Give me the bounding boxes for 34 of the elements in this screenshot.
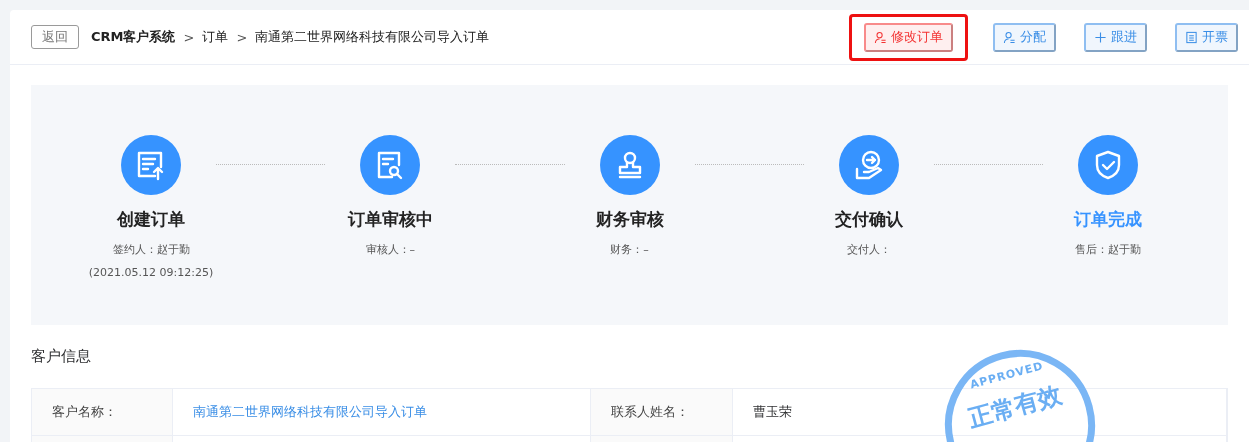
breadcrumb-item[interactable]: CRM客户系统: [91, 28, 176, 46]
person-icon: [874, 30, 887, 44]
field-label: 客户名称：: [32, 389, 173, 436]
step-title: 订单完成: [1074, 208, 1142, 231]
step-detail: 签约人：赵于勤: [112, 242, 190, 258]
action-button[interactable]: 开票: [1175, 22, 1238, 52]
document-search-icon: [360, 135, 421, 195]
step-title: 财务审核: [595, 208, 664, 231]
document-icon: [1185, 30, 1198, 44]
breadcrumb-separator: >: [236, 29, 248, 45]
action-button[interactable]: 跟进: [1084, 22, 1147, 52]
step-detail: 财务：–: [610, 242, 649, 258]
document-upload-icon: [121, 135, 181, 195]
step-detail: 交付人：: [846, 242, 891, 258]
back-button[interactable]: 返回: [31, 25, 79, 49]
field-label: 联系人姓名：: [591, 389, 733, 436]
step-title: 交付确认: [834, 208, 903, 231]
action-button[interactable]: 分配: [993, 22, 1056, 52]
step-title: 订单审核中: [347, 208, 433, 231]
stamp-icon: [599, 135, 660, 195]
shield-check-icon: [1078, 135, 1138, 195]
person-icon: [1003, 30, 1016, 44]
step-title: 创建订单: [117, 208, 185, 231]
field-value: 曹玉荣: [753, 403, 792, 421]
breadcrumb-item: 南通第二世界网络科技有限公司导入订单: [255, 28, 490, 46]
customer-link[interactable]: 南通第二世界网络科技有限公司导入订单: [193, 403, 427, 421]
breadcrumb-item[interactable]: 订单: [202, 28, 229, 46]
plus-icon: [1094, 30, 1107, 44]
step-detail: 售后：赵于勤: [1075, 242, 1141, 258]
action-button[interactable]: 修改订单: [864, 22, 953, 52]
breadcrumb-separator: >: [183, 29, 195, 45]
step-detail: (2021.05.12 09:12:25): [88, 265, 214, 281]
step-detail: 审核人：–: [365, 242, 415, 258]
section-title: 客户信息: [31, 347, 92, 366]
